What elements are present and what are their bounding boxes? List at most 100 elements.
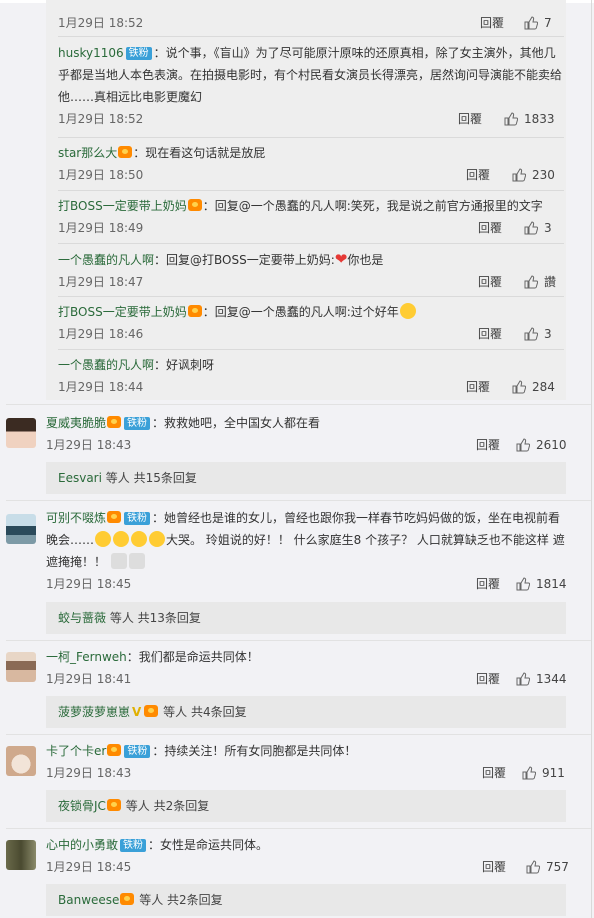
divider	[6, 640, 592, 641]
reply-button[interactable]: 回覆	[478, 217, 502, 239]
comment-text: ：我们都是命运共同体！	[126, 650, 259, 664]
vip-icon	[107, 744, 122, 756]
avatar[interactable]	[6, 746, 36, 776]
divider	[58, 36, 564, 37]
avatar[interactable]	[6, 652, 36, 682]
reply-text: husky1106 铁粉 ：说个事，《盲山》为了尽可能原汁原味的还原真相，除了女主演…	[58, 46, 563, 104]
comment-time: 1月29日 18:41	[46, 672, 132, 686]
divider	[6, 828, 592, 829]
more-replies-link[interactable]: 夜锁骨JC 等人 共2条回复	[46, 790, 566, 822]
vip-icon	[187, 199, 202, 211]
more-replies-user[interactable]: 菠萝菠萝崽崽	[58, 705, 130, 719]
like-count: 911	[542, 766, 565, 780]
comment-username[interactable]: 心中的小勇敢	[46, 838, 118, 852]
like-button[interactable]: 757	[526, 856, 569, 878]
comment-username[interactable]: 卡了个卡er	[46, 744, 106, 758]
like-count: 1814	[536, 577, 567, 591]
reply-time: 1月29日 18:50	[58, 168, 144, 182]
reply-button[interactable]: 回覆	[478, 271, 502, 293]
reply-button[interactable]: 回覆	[482, 856, 506, 878]
reply-time: 1月29日 18:47	[58, 275, 144, 289]
comment: 夏威夷脆脆 铁粉 ：救救她吧，全中国女人都在看 1月29日 18:43 回覆 261…	[46, 412, 567, 456]
more-replies-text[interactable]: 等人 共2条回复	[126, 799, 209, 813]
reply-button[interactable]: 回覆	[476, 434, 500, 456]
comment-username[interactable]: 夏威夷脆脆	[46, 416, 106, 430]
like-button[interactable]: 911	[522, 762, 565, 784]
scroll-edge	[591, 0, 592, 918]
like-button[interactable]: 230	[512, 164, 555, 186]
more-replies-user[interactable]: 蛟与蔷薇	[58, 611, 106, 625]
thumbs-up-icon	[524, 275, 538, 289]
fan-badge: 铁粉	[124, 745, 151, 758]
more-replies-link[interactable]: 菠萝菠萝崽崽 V 等人 共4条回复	[46, 696, 566, 728]
like-button[interactable]: 2610	[516, 434, 567, 456]
more-replies-link[interactable]: Eesvari 等人 共15条回复	[46, 462, 566, 494]
sub-reply: 打BOSS一定要带上奶妈 ：回复@一个愚蠢的凡人啊:笑死，我是说之前官方通报里的文…	[58, 195, 564, 239]
divider	[6, 734, 592, 735]
sub-reply: 1月29日 18:52 回覆 7	[58, 12, 564, 34]
like-button[interactable]: 1833	[504, 108, 555, 130]
more-replies-text[interactable]: 等人 共13条回复	[110, 611, 201, 625]
like-button[interactable]: 讚	[524, 271, 556, 293]
divider	[6, 404, 592, 405]
vip-icon	[118, 146, 133, 158]
reply-button[interactable]: 回覆	[466, 376, 490, 398]
comment-time: 1月29日 18:43	[46, 438, 132, 452]
animal-emoji-icon	[110, 553, 127, 569]
reply-button[interactable]: 回覆	[476, 573, 500, 595]
more-replies-user[interactable]: Banweese	[58, 893, 119, 907]
like-button[interactable]: 3	[524, 217, 552, 239]
avatar[interactable]	[6, 418, 36, 448]
reply-text: ：回复@一个愚蠢的凡人啊:笑死，我是说之前官方通报里的文字	[202, 199, 543, 213]
more-replies-text[interactable]: 等人 共4条回复	[163, 705, 246, 719]
comment-time: 1月29日 18:45	[46, 860, 132, 874]
reply-button[interactable]: 回覆	[466, 164, 490, 186]
more-replies-user[interactable]: 夜锁骨JC	[58, 799, 106, 813]
reply-button[interactable]: 回覆	[480, 12, 504, 34]
sub-reply: star那么大 ：现在看这句话就是放屁 1月29日 18:50 回覆 230	[58, 142, 564, 186]
reply-username[interactable]: husky1106	[58, 46, 124, 60]
avatar[interactable]	[6, 840, 36, 870]
reply-username[interactable]: 打BOSS一定要带上奶妈	[58, 305, 187, 319]
reply-username[interactable]: 一个愚蠢的凡人啊	[58, 358, 154, 372]
thumbs-up-icon	[504, 112, 518, 126]
like-count: 1344	[536, 672, 567, 686]
sub-reply: husky1106 铁粉 ：说个事，《盲山》为了尽可能原汁原味的还原真相，除了女主演…	[58, 42, 564, 130]
thumbs-up-icon	[516, 672, 530, 686]
divider	[6, 500, 592, 501]
like-button[interactable]: 7	[524, 12, 552, 34]
more-replies-link[interactable]: 蛟与蔷薇 等人 共13条回复	[46, 602, 566, 634]
like-button[interactable]: 3	[524, 323, 552, 345]
like-count: 3	[544, 327, 552, 341]
comment-username[interactable]: 一柯_Fernweh	[46, 650, 127, 664]
reply-button[interactable]: 回覆	[478, 323, 502, 345]
divider	[58, 137, 564, 138]
avatar[interactable]	[6, 514, 36, 544]
like-count: 讚	[544, 275, 557, 289]
more-replies-text[interactable]: 等人 共15条回复	[106, 471, 197, 485]
more-replies-user[interactable]: Eesvari	[58, 471, 102, 485]
like-button[interactable]: 1814	[516, 573, 567, 595]
divider	[58, 349, 564, 350]
like-count: 1833	[524, 112, 555, 126]
like-button[interactable]: 284	[512, 376, 555, 398]
reply-button[interactable]: 回覆	[482, 762, 506, 784]
divider	[58, 296, 564, 297]
reply-username[interactable]: 打BOSS一定要带上奶妈	[58, 199, 187, 213]
thumbs-up-icon	[512, 380, 526, 394]
more-replies-link[interactable]: Banweese 等人 共2条回复	[46, 884, 566, 916]
reply-button[interactable]: 回覆	[476, 668, 500, 690]
comment-username[interactable]: 可别不啜炼	[46, 511, 106, 525]
like-button[interactable]: 1344	[516, 668, 567, 690]
reply-button[interactable]: 回覆	[458, 108, 482, 130]
reply-username[interactable]: 一个愚蠢的凡人啊	[58, 253, 154, 267]
more-replies-text[interactable]: 等人 共2条回复	[139, 893, 222, 907]
comment-text: ：女性是命运共同体。	[148, 838, 269, 852]
comment: 一柯_Fernweh：我们都是命运共同体！ 1月29日 18:41 回覆 134…	[46, 646, 567, 690]
reply-username[interactable]: star那么大	[58, 146, 117, 160]
grin-emoji-icon	[399, 303, 416, 319]
comment-text: ：救救她吧，全中国女人都在看	[152, 416, 321, 430]
reply-text: ：好讽刺呀	[154, 358, 215, 372]
reply-time: 1月29日 18:49	[58, 221, 144, 235]
reply-text: ：现在看这句话就是放屁	[133, 146, 266, 160]
